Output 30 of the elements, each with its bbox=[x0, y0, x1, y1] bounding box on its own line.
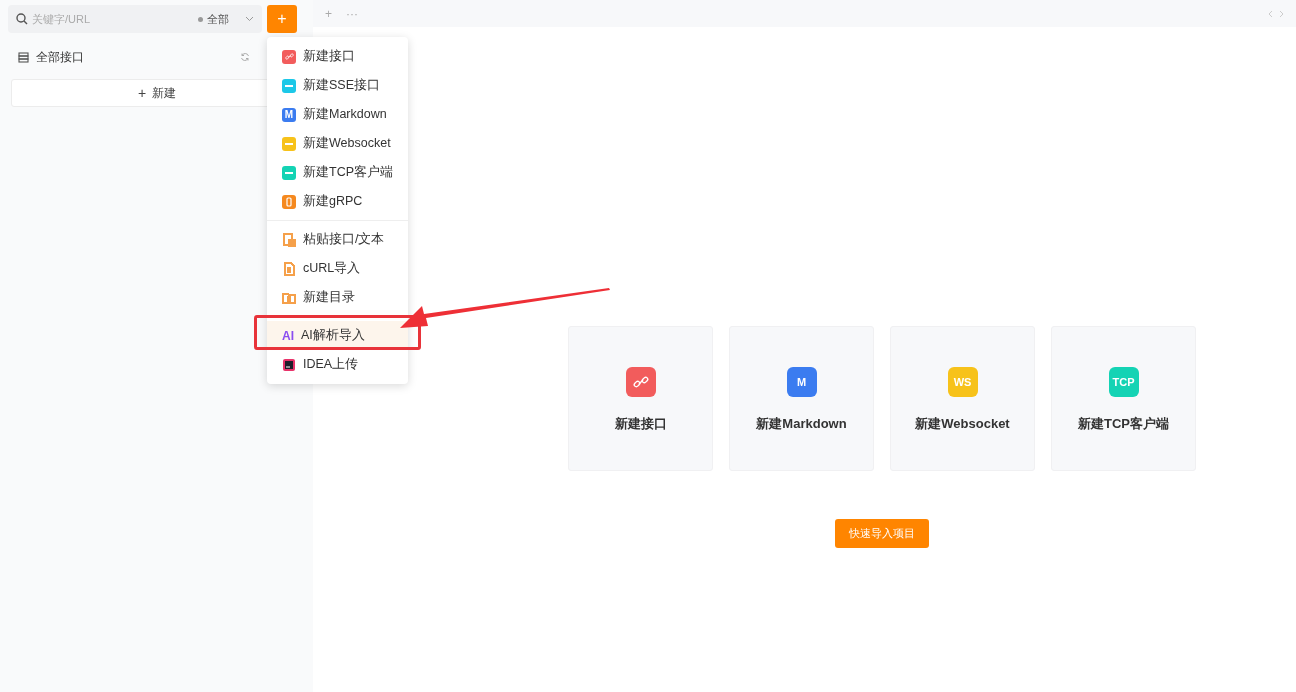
menu-item[interactable]: 新建TCP客户端 bbox=[267, 158, 408, 187]
create-card[interactable]: 新建接口 bbox=[568, 326, 713, 471]
create-card[interactable]: WS 新建Websocket bbox=[890, 326, 1035, 471]
menu-item[interactable]: 新建Websocket bbox=[267, 129, 408, 158]
card-label: 新建接口 bbox=[614, 415, 667, 433]
ai-logo-icon: AI bbox=[282, 328, 294, 343]
card-label: 新建TCP客户端 bbox=[1078, 415, 1169, 433]
menu-item[interactable]: IDEA上传 bbox=[267, 350, 408, 379]
menu-item[interactable]: 新建gRPC bbox=[267, 187, 408, 216]
chevron-down-icon bbox=[245, 16, 254, 22]
letter-badge-icon: WS bbox=[947, 367, 978, 397]
refresh-icon[interactable] bbox=[240, 52, 250, 62]
create-card[interactable]: TCP 新建TCP客户端 bbox=[1051, 326, 1196, 471]
card-label: 新建Websocket bbox=[915, 415, 1010, 433]
menu-item[interactable]: cURL导入 bbox=[267, 254, 408, 283]
menu-item[interactable]: 新建目录 bbox=[267, 283, 408, 312]
letter-badge-icon: M bbox=[786, 367, 817, 397]
filter-dropdown[interactable]: 全部 bbox=[207, 11, 229, 27]
sidebar-title: 全部接口 bbox=[36, 48, 84, 66]
card-label: 新建Markdown bbox=[756, 415, 847, 433]
search-field[interactable]: 关键字/URL 全部 bbox=[8, 5, 262, 33]
letter-badge-icon: TCP bbox=[1108, 367, 1139, 397]
status-dot-icon bbox=[198, 16, 203, 22]
nav-arrows-icon bbox=[1268, 9, 1284, 18]
menu-item[interactable]: 粘贴接口/文本 bbox=[267, 225, 408, 254]
create-card[interactable]: M 新建Markdown bbox=[729, 326, 874, 471]
menu-item[interactable]: 新建接口 bbox=[267, 42, 408, 71]
stack-icon bbox=[18, 51, 29, 63]
search-icon bbox=[16, 13, 28, 25]
letter-badge-icon: M bbox=[282, 107, 296, 122]
